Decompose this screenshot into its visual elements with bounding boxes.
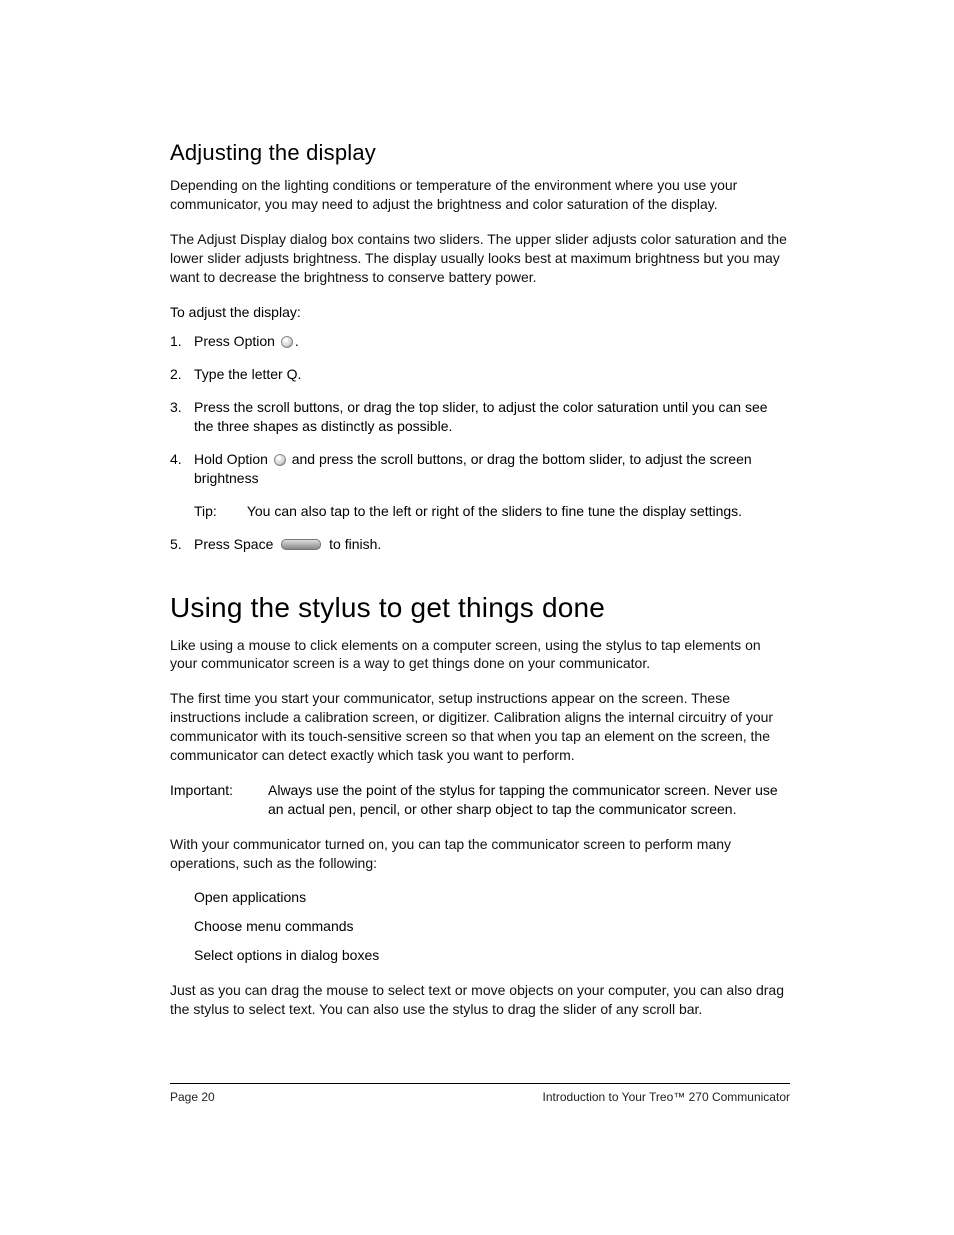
procedure-heading: To adjust the display: <box>170 304 790 320</box>
space-key-icon <box>281 539 321 550</box>
section-heading-adjusting-display: Adjusting the display <box>170 140 790 166</box>
step-text: to finish. <box>325 536 381 552</box>
step-item: Press Option . <box>170 332 790 351</box>
step-text: Hold Option <box>194 451 272 467</box>
note-label: Important: <box>170 781 248 819</box>
page-footer: Page 20 Introduction to Your Treo™ 270 C… <box>170 1083 790 1104</box>
bullet-item: Open applications <box>194 888 790 907</box>
paragraph: The first time you start your communicat… <box>170 689 790 765</box>
step-text: Press Space <box>194 536 277 552</box>
paragraph: Just as you can drag the mouse to select… <box>170 981 790 1019</box>
step-item: Press Space to finish. <box>170 535 790 554</box>
footer-divider <box>170 1083 790 1084</box>
option-key-icon <box>281 336 293 348</box>
paragraph: Depending on the lighting conditions or … <box>170 176 790 214</box>
page-number: Page 20 <box>170 1090 215 1104</box>
tip-row: Tip: You can also tap to the left or rig… <box>194 502 790 521</box>
ordered-steps: Press Option . Type the letter Q. Press … <box>170 332 790 553</box>
paragraph: With your communicator turned on, you ca… <box>170 835 790 873</box>
page-content: Adjusting the display Depending on the l… <box>170 140 790 1035</box>
step-item: Press the scroll buttons, or drag the to… <box>170 398 790 436</box>
step-item: Hold Option and press the scroll buttons… <box>170 450 790 521</box>
footer-title: Introduction to Your Treo™ 270 Communica… <box>543 1090 790 1104</box>
step-text: . <box>295 333 299 349</box>
tip-text: You can also tap to the left or right of… <box>247 502 790 521</box>
important-note: Important: Always use the point of the s… <box>170 781 790 819</box>
option-key-icon <box>274 454 286 466</box>
bullet-list: Open applications Choose menu commands S… <box>194 888 790 965</box>
paragraph: The Adjust Display dialog box contains t… <box>170 230 790 287</box>
section-heading-stylus: Using the stylus to get things done <box>170 592 790 624</box>
bullet-item: Choose menu commands <box>194 917 790 936</box>
step-item: Type the letter Q. <box>170 365 790 384</box>
bullet-item: Select options in dialog boxes <box>194 946 790 965</box>
note-text: Always use the point of the stylus for t… <box>268 781 790 819</box>
paragraph: Like using a mouse to click elements on … <box>170 636 790 674</box>
tip-label: Tip: <box>194 502 217 521</box>
step-text: Press Option <box>194 333 279 349</box>
